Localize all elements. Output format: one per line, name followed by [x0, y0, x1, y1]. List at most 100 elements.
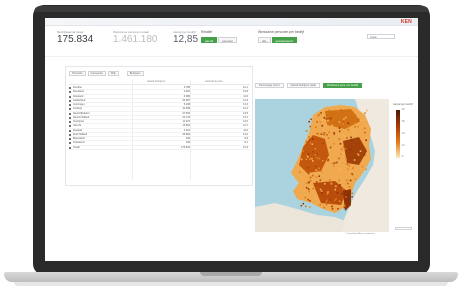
legend-tick: 36	[402, 121, 405, 123]
top-bar: KEN	[45, 18, 418, 26]
municipality-cell	[322, 142, 324, 145]
table-row[interactable]: Totaal 175.834 12,9	[69, 146, 250, 150]
tab-werkzame-per-bedrijf[interactable]: Werkzame pers. per bedrijf	[323, 83, 363, 88]
municipality-cell	[316, 146, 318, 148]
row-value-werkzame: 11,6	[243, 94, 248, 98]
expand-icon[interactable]	[69, 138, 71, 140]
municipality-cell	[307, 166, 309, 169]
municipality-cell	[316, 157, 318, 159]
municipality-cell	[364, 127, 366, 130]
row-name: Noord-Holland	[73, 115, 90, 119]
municipality-cell	[315, 169, 318, 171]
row-value-bedrijven: 135	[185, 141, 190, 145]
municipality-cell	[331, 208, 334, 210]
zoom-control[interactable]	[395, 227, 412, 230]
municipality-cell	[305, 140, 308, 143]
municipality-cell	[335, 161, 338, 164]
toggle-option-aandeel[interactable]: aandeel	[218, 37, 237, 43]
tab-aantal-bedrijven[interactable]: Aantal bedrijven (wijk)	[286, 83, 320, 88]
municipality-cell	[363, 154, 366, 156]
municipality-cell	[366, 109, 368, 112]
expand-icon[interactable]	[69, 121, 71, 123]
column-header[interactable]: aantal bedrijven	[147, 80, 165, 83]
expand-icon[interactable]	[69, 133, 71, 136]
toggle-werkzame-per-bedrijf: Werkzame personen per bedrijf alle gesel…	[258, 30, 304, 43]
toggle-option-aantal[interactable]: aantal	[201, 37, 218, 43]
filter-provincie[interactable]: Provincie	[69, 71, 86, 76]
row-value-bedrijven: 5.238	[183, 103, 190, 106]
expand-icon[interactable]	[69, 125, 71, 128]
expand-icon[interactable]	[69, 91, 71, 94]
municipality-cell	[338, 179, 341, 182]
municipality-cell	[347, 122, 349, 124]
row-name: Overijssel	[73, 120, 84, 123]
municipality-cell	[305, 186, 308, 189]
municipality-cell	[351, 173, 353, 175]
expand-icon[interactable]	[69, 146, 71, 149]
municipality-cell	[301, 162, 303, 165]
municipality-cell	[347, 129, 350, 131]
municipality-cell	[364, 112, 366, 114]
municipality-cell	[362, 161, 364, 164]
municipality-cell	[352, 167, 354, 169]
municipality-cell	[333, 143, 335, 145]
table-header-button[interactable]: Bedrijven	[126, 71, 144, 76]
divider	[45, 56, 418, 57]
expand-icon[interactable]	[69, 112, 71, 115]
row-value-werkzame: 13,0	[243, 132, 248, 136]
municipality-cell	[342, 134, 345, 137]
row-value-werkzame: 12,4	[243, 107, 248, 111]
choropleth-map[interactable]	[255, 99, 389, 232]
row-name: Drenthe	[73, 86, 82, 89]
row-name: Groningen	[73, 103, 85, 106]
municipality-cell	[347, 182, 349, 185]
municipality-cell	[342, 163, 344, 165]
kpi-value: 175.834	[57, 34, 94, 45]
expand-icon[interactable]	[69, 104, 71, 106]
kpi-bedrijfsaantal: Bedrijfsaantal totaal 175.834	[57, 30, 93, 45]
municipality-cell	[311, 138, 314, 140]
municipality-cell	[338, 130, 341, 133]
municipality-cell	[349, 179, 352, 182]
search-input[interactable]: Zoek	[367, 34, 395, 39]
municipality-cell	[308, 136, 310, 138]
filter-gemeente[interactable]: Gemeente	[87, 71, 106, 76]
column-header[interactable]: werkzame pers.	[205, 80, 223, 83]
municipality-cell	[314, 154, 317, 156]
tab-percentage[interactable]: Percentage (cum)	[255, 83, 284, 88]
toggle-option-geselecteerd[interactable]: geselecteerd	[271, 37, 297, 43]
municipality-cell	[327, 159, 329, 161]
row-value-bedrijven: 36.892	[182, 132, 190, 136]
row-value-werkzame: 13,5	[243, 111, 248, 115]
municipality-cell	[301, 158, 303, 161]
row-value-werkzame: 13,0	[243, 120, 248, 123]
municipality-cell	[329, 158, 332, 161]
expand-icon[interactable]	[69, 99, 71, 102]
expand-icon[interactable]	[69, 142, 71, 145]
kpi-value: 1.461.180	[113, 34, 158, 45]
municipality-cell	[312, 160, 314, 162]
filter-wijk[interactable]: Wijk	[107, 71, 119, 76]
municipality-cell	[347, 126, 349, 129]
municipality-cell	[333, 162, 336, 164]
row-value-werkzame: 12,9	[243, 98, 248, 102]
expand-icon[interactable]	[69, 87, 71, 89]
expand-icon[interactable]	[69, 95, 71, 98]
toggle-option-alle[interactable]: alle	[258, 37, 271, 43]
municipality-cell	[345, 158, 347, 160]
municipality-cell	[349, 148, 352, 151]
expand-icon[interactable]	[69, 129, 71, 132]
municipality-cell	[356, 115, 359, 118]
municipality-cell	[341, 193, 343, 195]
municipality-cell	[313, 161, 315, 164]
expand-icon[interactable]	[69, 116, 71, 119]
row-value-bedrijven: 20.687	[182, 98, 190, 102]
municipality-cell	[331, 205, 333, 208]
municipality-cell	[315, 197, 318, 199]
municipality-cell	[304, 205, 307, 208]
expand-icon[interactable]	[69, 108, 71, 111]
municipality-cell	[307, 172, 310, 175]
municipality-cell	[314, 165, 317, 168]
row-value-bedrijven: 3.785	[183, 86, 190, 89]
municipality-cell	[330, 182, 333, 185]
